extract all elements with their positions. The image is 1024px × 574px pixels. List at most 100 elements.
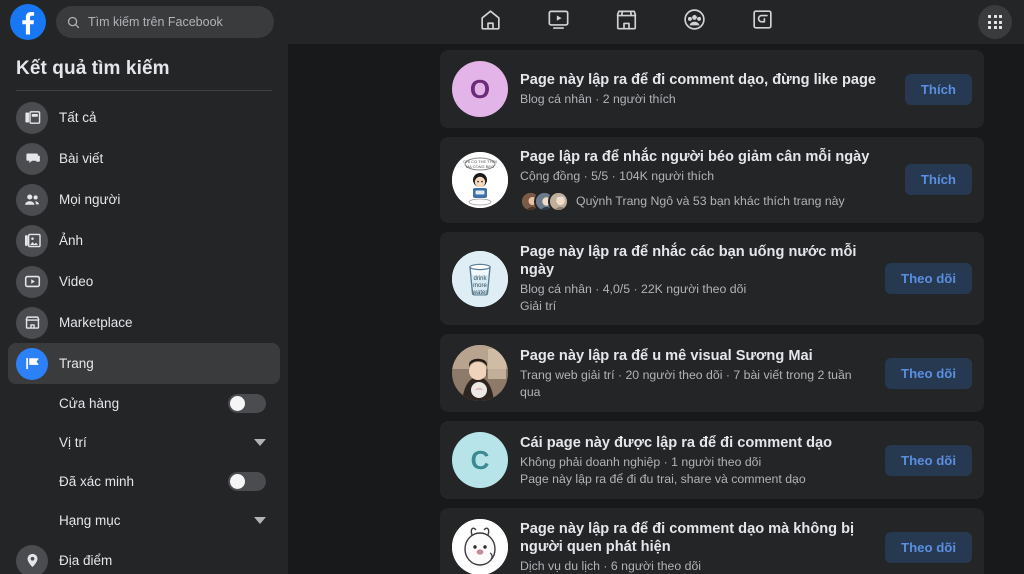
page-meta-text: Dịch vụ du lịch · 6 người theo dõi <box>520 559 702 574</box>
page-avatar: drink more water <box>452 250 508 307</box>
page-title-text: Page này lập ra để u mê visual Sương Mai <box>520 347 813 364</box>
page-avatar: O <box>452 61 508 117</box>
chevron-down-icon[interactable] <box>254 439 266 446</box>
nav-marketplace-button[interactable] <box>592 2 660 42</box>
people-icon <box>16 183 48 216</box>
page-title-text: Page này lập ra để đi comment dạo, đừng … <box>520 71 877 88</box>
sidebar-item-people[interactable]: Mọi người <box>8 179 280 220</box>
nav-home-button[interactable] <box>456 2 524 42</box>
sidebar-item-pages[interactable]: Trang <box>8 343 280 384</box>
sidebar-item-label: Marketplace <box>59 315 133 330</box>
svg-text:more: more <box>473 283 487 289</box>
grid-menu-icon[interactable] <box>978 5 1012 39</box>
avatar-letter: C <box>470 444 490 475</box>
like-button[interactable]: Thích <box>904 73 972 105</box>
water-glass-icon: drink more water <box>452 250 508 307</box>
filter-label: Vị trí <box>59 435 87 450</box>
filter-label: Đã xác minh <box>59 474 135 489</box>
filter-location[interactable]: Vị trí <box>8 423 280 462</box>
page-sub-text: Giải trí <box>520 298 557 313</box>
top-nav-icon-group <box>274 0 978 44</box>
page-meta-text: Không phải doanh nghiệp · 1 người theo d… <box>520 455 762 469</box>
result-card[interactable]: O Page này lập ra để đi comment dạo, đừn… <box>440 50 984 128</box>
sidebar-item-all[interactable]: Tất cả <box>8 97 280 138</box>
page-avatar: C <box>452 432 508 489</box>
watch-video-icon <box>546 7 571 37</box>
like-button[interactable]: Thích <box>904 164 972 196</box>
page-title-text: Page lập ra để nhắc người béo giảm cân m… <box>520 149 870 165</box>
result-card[interactable]: CHI CO THE THOI MA CONG BEO Page lập ra … <box>440 137 984 223</box>
marketplace-shop-icon <box>614 7 639 37</box>
sidebar-item-label: Ảnh <box>59 233 84 248</box>
page-meta-text: Blog cá nhân · 2 người thích <box>520 91 676 106</box>
photos-icon <box>16 224 48 257</box>
portrait-photo-icon <box>452 345 508 402</box>
sidebar-item-photos[interactable]: Ảnh <box>8 220 280 261</box>
filter-store[interactable]: Cửa hàng <box>8 384 280 423</box>
search-input[interactable] <box>88 15 264 29</box>
page-avatar <box>452 519 508 574</box>
page-avatar <box>452 345 508 402</box>
marketplace-icon <box>16 306 48 339</box>
filter-label: Cửa hàng <box>59 396 120 411</box>
facebook-logo-icon[interactable] <box>10 4 46 40</box>
cartoon-bunny-icon <box>452 519 508 574</box>
follow-button[interactable]: Theo dõi <box>885 263 972 295</box>
page-meta-text: Cộng đồng · 5/5 · 104K người thích <box>520 169 715 184</box>
follow-button[interactable]: Theo dõi <box>885 531 972 563</box>
svg-text:water: water <box>472 290 488 296</box>
sidebar-item-video[interactable]: Video <box>8 261 280 302</box>
follow-button[interactable]: Theo dõi <box>885 444 972 476</box>
page-title-text: Page này lập ra để đi comment dạo mà khô… <box>520 520 855 556</box>
chevron-down-icon[interactable] <box>254 517 266 524</box>
location-pin-icon <box>16 544 48 574</box>
page-meta-text: Blog cá nhân · 4,0/5 · 22K người theo dõ… <box>520 282 747 297</box>
friend-avatar-stack <box>520 190 569 212</box>
store-toggle[interactable] <box>228 394 266 413</box>
sidebar-item-label: Bài viết <box>59 151 104 166</box>
result-card[interactable]: Page này lập ra để u mê visual Sương Mai… <box>440 334 984 413</box>
search-icon <box>66 15 81 30</box>
top-navigation-bar <box>0 0 1024 44</box>
sidebar-item-label: Mọi người <box>59 192 121 207</box>
nav-watch-button[interactable] <box>524 2 592 42</box>
filter-verified[interactable]: Đã xác minh <box>8 462 280 501</box>
search-results-list: O Page này lập ra để đi comment dạo, đừn… <box>288 44 1024 574</box>
page-title-text: Page này lập ra để nhắc các bạn uống nướ… <box>520 243 857 279</box>
page-title-text: Cái page này được lập ra để đi comment d… <box>520 434 833 451</box>
gaming-icon <box>750 7 775 37</box>
svg-text:drink: drink <box>473 276 487 282</box>
follow-button[interactable]: Theo dõi <box>885 357 972 389</box>
groups-icon <box>682 7 707 37</box>
nav-gaming-button[interactable] <box>728 2 796 42</box>
sidebar-item-label: Địa điểm <box>59 553 113 568</box>
sidebar-divider <box>16 90 272 91</box>
sidebar-item-label: Video <box>59 274 94 289</box>
search-filters-sidebar: Kết quả tìm kiếm Tất cả Bài viết Mọi ngư… <box>0 44 288 574</box>
sidebar-item-places[interactable]: Địa điểm <box>8 540 280 574</box>
home-icon <box>478 7 503 37</box>
friend-avatar <box>548 190 569 212</box>
social-proof-text: Quỳnh Trang Ngô và 53 bạn khác thích tra… <box>576 194 845 209</box>
svg-text:MA CONG BEO: MA CONG BEO <box>466 164 494 169</box>
cartoon-avatar-icon: CHI CO THE THOI MA CONG BEO <box>452 151 508 208</box>
avatar-letter: O <box>469 73 491 104</box>
video-icon <box>16 265 48 298</box>
posts-icon <box>16 142 48 175</box>
nav-groups-button[interactable] <box>660 2 728 42</box>
page-meta-text: Trang web giải trí · 20 người theo dõi ·… <box>520 368 852 399</box>
search-box[interactable] <box>56 6 274 38</box>
verified-toggle[interactable] <box>228 472 266 491</box>
page-sub-text: Page này lập ra để đi đu trai, share và … <box>520 471 806 486</box>
result-card[interactable]: C Cái page này được lập ra để đi comment… <box>440 421 984 500</box>
sidebar-item-marketplace[interactable]: Marketplace <box>8 302 280 343</box>
page-title: Kết quả tìm kiếm <box>16 58 170 79</box>
filter-label: Hạng mục <box>59 513 121 528</box>
filter-category[interactable]: Hạng mục <box>8 501 280 540</box>
page-avatar: CHI CO THE THOI MA CONG BEO <box>452 151 508 208</box>
social-proof-row: Quỳnh Trang Ngô và 53 bạn khác thích tra… <box>520 190 893 212</box>
sidebar-item-posts[interactable]: Bài viết <box>8 138 280 179</box>
all-results-icon <box>16 101 48 134</box>
result-card[interactable]: Page này lập ra để đi comment dạo mà khô… <box>440 508 984 574</box>
result-card[interactable]: drink more water Page này lập ra để nhắc… <box>440 231 984 326</box>
